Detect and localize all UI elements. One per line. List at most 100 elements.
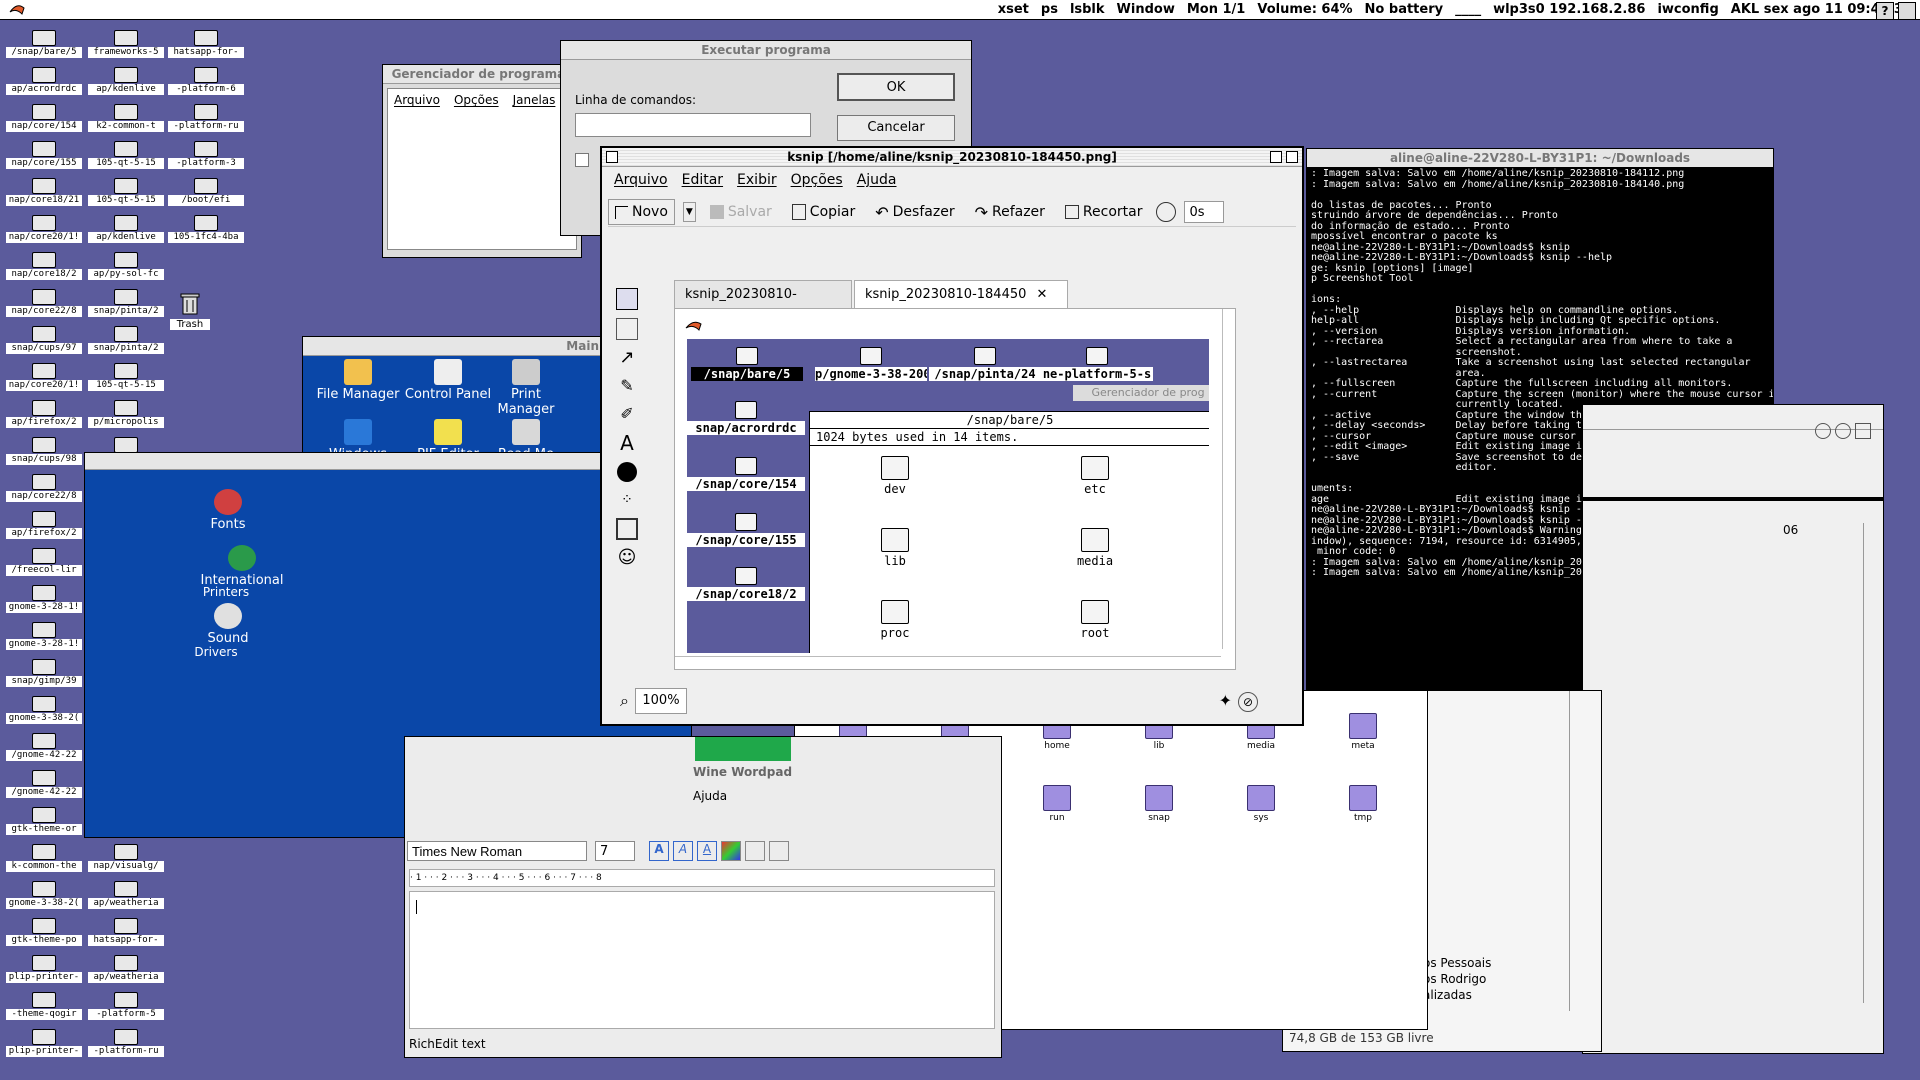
desktop-mount-icon[interactable]: snap/gimp/39 — [6, 659, 82, 689]
desktop-mount-icon[interactable]: nap/core18/2 — [6, 252, 82, 282]
desktop-mount-icon[interactable]: snap/pinta/2 — [88, 326, 164, 356]
program-manager-window[interactable]: Gerenciador de programas Arquivo Opções Ja… — [382, 64, 582, 258]
cancel-button[interactable]: Cancelar — [837, 115, 955, 141]
desktop-mount-icon[interactable]: hatsapp-for- — [88, 918, 164, 948]
program-manager-menu-item[interactable]: Janelas — [513, 93, 556, 107]
desktop-mount-icon[interactable]: nap/core22/8 — [6, 289, 82, 319]
explorer-item-3[interactable]: alizadas — [1423, 987, 1491, 1003]
close-tab-icon[interactable]: ✕ — [1037, 287, 1048, 302]
document-area[interactable] — [409, 891, 995, 1029]
folder-item[interactable]: meta — [1333, 713, 1393, 751]
collapse-box-icon[interactable] — [1286, 151, 1298, 163]
status-item[interactable]: No battery — [1365, 2, 1444, 17]
delay-spinbox[interactable]: 0s — [1184, 201, 1225, 223]
desktop-mount-icon[interactable]: plip-printer- — [6, 955, 82, 985]
ksnip-menu-3[interactable]: Opções — [791, 172, 843, 188]
zoom-spinbox[interactable]: 100% — [634, 688, 687, 714]
tab-184140[interactable]: ksnip_20230810-184140 ✕ — [674, 280, 852, 330]
desktop-mount-icon[interactable]: -platform-ru — [88, 1029, 164, 1059]
right-scrollbar[interactable] — [1863, 523, 1880, 1003]
desktop-mount-icon[interactable]: gnome-3-28-1! — [6, 585, 82, 615]
explorer-item-1[interactable]: os Pessoais — [1423, 955, 1491, 971]
status-item[interactable]: wlp3s0 192.168.2.86 — [1493, 2, 1645, 17]
desktop-mount-icon[interactable]: plip-printer- — [6, 1029, 82, 1059]
wordpad-title[interactable]: Wine Wordpad — [693, 765, 792, 779]
status-item[interactable]: Window — [1117, 2, 1175, 17]
desktop-mount-icon[interactable]: gtk-theme-or — [6, 807, 82, 837]
run-dialog-title[interactable]: Executar programa — [561, 41, 971, 60]
ksnip-menu-1[interactable]: Editar — [682, 172, 723, 188]
new-button[interactable]: Novo — [608, 199, 675, 225]
desktop-mount-icon[interactable]: k2-common-t — [88, 104, 164, 134]
ksnip-title[interactable]: ksnip [/home/aline/ksnip_20230810-184450… — [602, 148, 1302, 167]
desktop-mount-icon[interactable]: nap/core/155 — [6, 141, 82, 171]
folder-item[interactable]: run — [1027, 785, 1087, 823]
command-line-input[interactable] — [575, 113, 811, 137]
window-button-icon[interactable] — [1855, 423, 1871, 439]
desktop-mount-icon[interactable]: nap/core/154 — [6, 104, 82, 134]
desktop-mount-icon[interactable]: nap/core22/8 — [6, 474, 82, 504]
desktop-mount-icon[interactable]: 105-1fc4-4ba — [168, 215, 244, 245]
status-item[interactable]: ____ — [1455, 2, 1481, 17]
canvas-vscroll[interactable] — [1222, 309, 1235, 649]
canvas-hscroll[interactable] — [675, 656, 1221, 669]
ksnip-menu-0[interactable]: Arquivo — [614, 172, 668, 188]
status-item[interactable]: Mon 1/1 — [1187, 2, 1246, 17]
underline-icon[interactable]: A — [697, 841, 717, 861]
desktop-mount-icon[interactable]: 105-qt-5-15 — [88, 141, 164, 171]
desktop-mount-icon[interactable]: k-common-the — [6, 844, 82, 874]
bold-icon[interactable]: A — [649, 841, 669, 861]
desktop-mount-icon[interactable]: ap/firefox/2 — [6, 511, 82, 541]
desktop-mount-icon[interactable]: /gnome-42-22 — [6, 733, 82, 763]
folder-item[interactable]: tmp — [1333, 785, 1393, 823]
color-icon[interactable] — [721, 841, 741, 861]
desktop-mount-icon[interactable]: ap/weatheria — [88, 955, 164, 985]
status-item[interactable]: iwconfig — [1657, 2, 1718, 17]
accessory-icon[interactable]: Fonts — [183, 489, 273, 532]
desktop-mount-icon[interactable]: snap/cups/98 — [6, 437, 82, 467]
save-button[interactable]: Salvar — [704, 200, 778, 224]
explorer-item-2[interactable]: os Rodrigo — [1423, 971, 1491, 987]
wordpad-window[interactable]: Wine Wordpad Ajuda Times New Roman 7 A A… — [404, 736, 1002, 1058]
desktop-mount-icon[interactable]: ap/kdenlive — [88, 215, 164, 245]
desktop-mount-icon[interactable]: 105-qt-5-15 — [88, 178, 164, 208]
clock-icon[interactable] — [1815, 423, 1831, 439]
ksnip-canvas[interactable]: /snap/bare/5 p/gnome-3-38-2004/snap/pinta… — [674, 308, 1236, 670]
desktop-mount-icon[interactable]: nap/core20/1! — [6, 215, 82, 245]
desktop-mount-icon[interactable]: -theme-qogir — [6, 992, 82, 1022]
desktop-mount-icon[interactable]: snap/cups/97 — [6, 326, 82, 356]
desktop-mount-icon[interactable]: gnome-3-28-1! — [6, 622, 82, 652]
pen-tool-icon[interactable]: ✎ — [617, 376, 637, 396]
rect-tool-icon[interactable] — [616, 518, 638, 540]
terminal-title[interactable]: aline@aline-22V280-L-BY31P1: ~/Downloads — [1307, 149, 1773, 168]
new-dropdown-arrow-icon[interactable]: ▼ — [682, 202, 696, 222]
desktop-mount-icon[interactable]: /freecol-lir — [6, 548, 82, 578]
app-logo-icon[interactable] — [8, 2, 26, 16]
run-checkbox[interactable] — [575, 153, 589, 167]
desktop-mount-icon[interactable]: snap/pinta/2 — [88, 289, 164, 319]
desktop-mount-icon[interactable]: frameworks-5 — [88, 30, 164, 60]
sticker-tool-icon[interactable]: ☺ — [617, 548, 637, 568]
accessory-icon[interactable]: Sound — [183, 603, 273, 646]
desktop-mount-icon[interactable]: hatsapp-for- — [168, 30, 244, 60]
font-select[interactable]: Times New Roman — [407, 841, 587, 861]
desktop-mount-icon[interactable]: ap/acrordrdc — [6, 67, 82, 97]
blur-tool-icon[interactable]: ⁘ — [617, 490, 637, 510]
no-annotation-icon[interactable]: ⊘ — [1238, 692, 1258, 712]
desktop-mount-icon[interactable]: nap/core20/1! — [6, 363, 82, 393]
zoom-box-icon[interactable] — [1270, 151, 1282, 163]
desktop-mount-icon[interactable]: ap/firefox/2 — [6, 400, 82, 430]
desktop-mount-icon[interactable]: -platform-ru — [168, 104, 244, 134]
close-box-icon[interactable] — [606, 151, 618, 163]
desktop-mount-icon[interactable]: p/micropolis — [88, 400, 164, 430]
ok-button[interactable]: OK — [837, 73, 955, 101]
refresh-icon[interactable] — [1835, 423, 1851, 439]
desktop-mount-icon[interactable]: -platform-3 — [168, 141, 244, 171]
status-item[interactable]: lsblk — [1070, 2, 1105, 17]
status-item[interactable]: Volume: 64% — [1257, 2, 1352, 17]
magic-wand-icon[interactable]: ✦ — [1219, 691, 1232, 710]
explorer-right-window[interactable]: 06 — [1582, 404, 1884, 1054]
explorer-scrollbar[interactable] — [1569, 691, 1586, 1011]
undo-button[interactable]: ↶ Desfazer — [869, 200, 960, 224]
number-tool-icon[interactable] — [617, 462, 637, 482]
